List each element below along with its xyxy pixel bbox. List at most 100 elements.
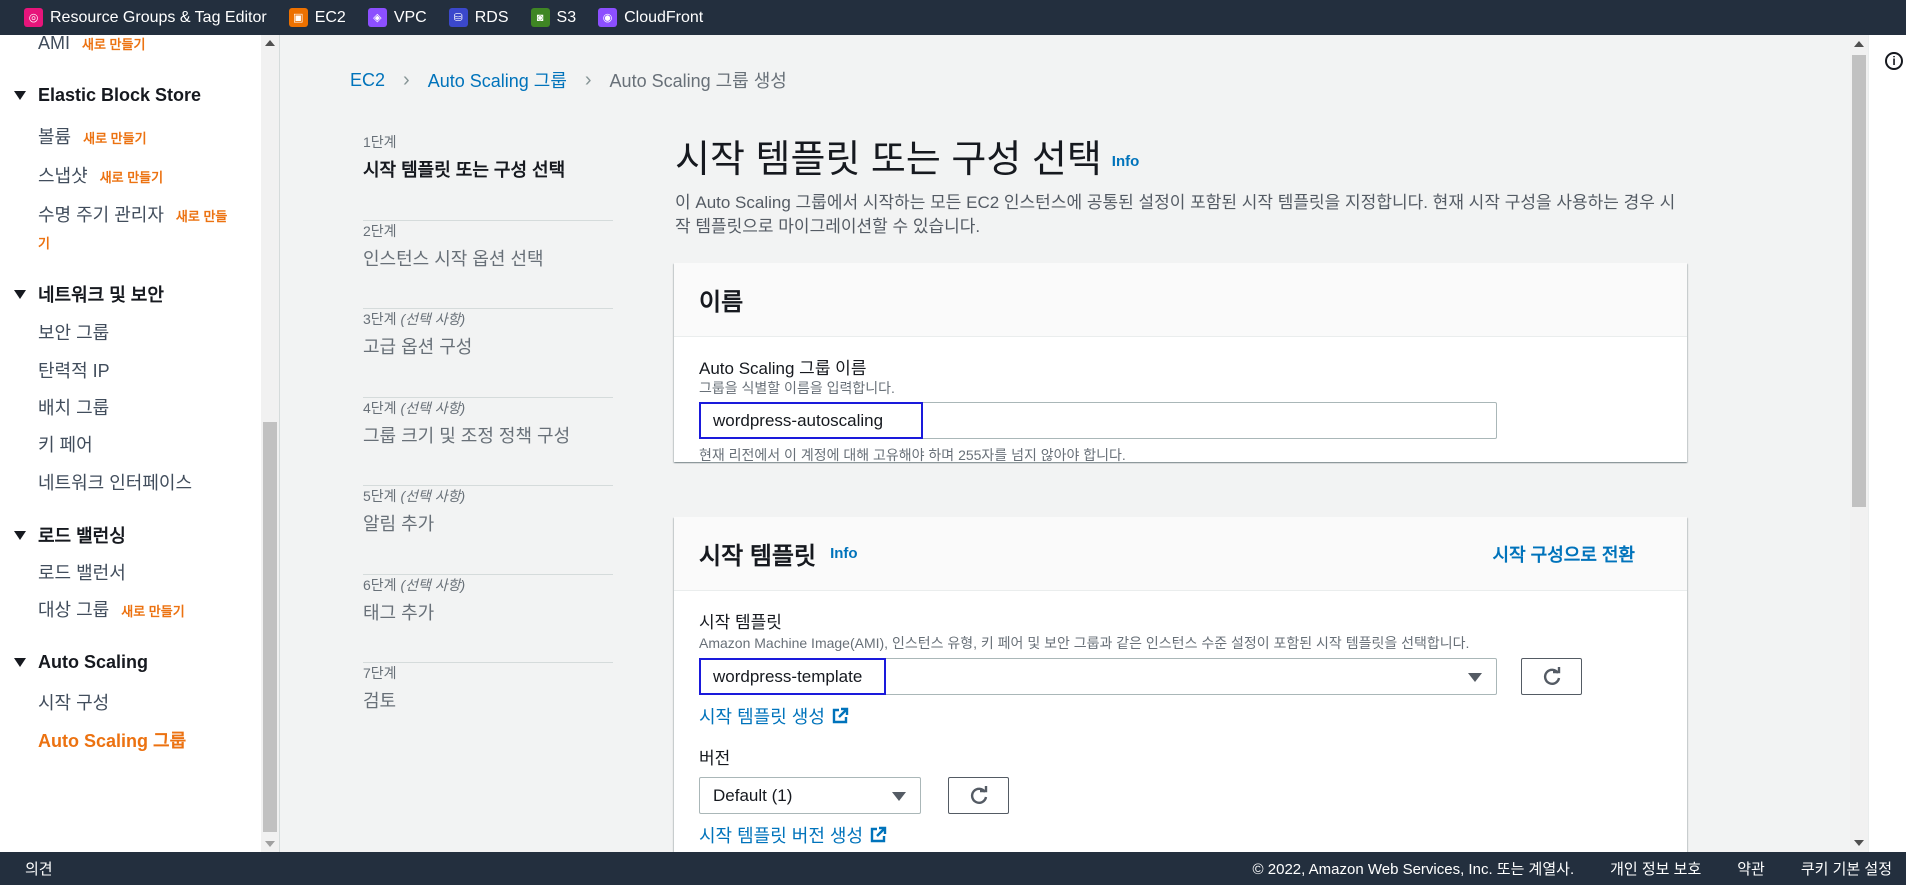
sidebar-item-auto-scaling-groups[interactable]: Auto Scaling 그룹: [38, 727, 186, 753]
sidebar-item-label: 탄력적 IP: [38, 361, 110, 381]
sidebar-scrollbar[interactable]: [261, 35, 279, 852]
breadcrumb-auto-scaling-groups[interactable]: Auto Scaling 그룹: [428, 67, 567, 93]
fav-cloudfront[interactable]: ◉ CloudFront: [598, 8, 703, 27]
fav-ec2[interactable]: ▣ EC2: [288, 8, 346, 27]
breadcrumb-ec2[interactable]: EC2: [350, 70, 385, 91]
terms-link[interactable]: 약관: [1737, 858, 1765, 879]
info-icon[interactable]: i: [1885, 52, 1903, 70]
create-template-version-link[interactable]: 시작 템플릿 버전 생성: [699, 822, 887, 848]
step-number: 3단계 (선택 사항): [363, 311, 466, 327]
vpc-icon: ◈: [367, 8, 387, 27]
refresh-icon: [970, 785, 987, 804]
sidebar-item-load-balancers[interactable]: 로드 밸런서: [38, 559, 126, 585]
breadcrumb: EC2 › Auto Scaling 그룹 › Auto Scaling 그룹 …: [350, 67, 787, 93]
step-number: 5단계 (선택 사항): [363, 488, 466, 504]
step-optional: (선택 사항): [400, 311, 466, 327]
cloudfront-icon: ◉: [598, 8, 618, 27]
fav-label: Resource Groups & Tag Editor: [50, 8, 267, 26]
sidebar-item-label: 볼륨: [38, 127, 72, 147]
step-title: 고급 옵션 구성: [363, 337, 473, 357]
caret-down-icon: [14, 91, 26, 100]
refresh-templates-button[interactable]: [1521, 658, 1582, 695]
asg-name-input[interactable]: wordpress-autoscaling: [699, 402, 1497, 439]
create-launch-template-link[interactable]: 시작 템플릿 생성: [699, 703, 849, 729]
privacy-link[interactable]: 개인 정보 보호: [1610, 858, 1701, 879]
step-optional: (선택 사항): [400, 576, 466, 593]
info-link[interactable]: Info: [830, 545, 858, 562]
fav-label: CloudFront: [624, 8, 704, 26]
caret-down-icon: [892, 792, 906, 801]
page-description: 이 Auto Scaling 그룹에서 시작하는 모든 EC2 인스턴스에 공통…: [675, 193, 1676, 236]
scroll-down-arrow-icon[interactable]: [1854, 840, 1864, 846]
feedback-link[interactable]: 의견: [25, 858, 53, 879]
fav-resource-groups[interactable]: ◎ Resource Groups & Tag Editor: [24, 8, 267, 27]
sidebar-item-label: 배치 그룹: [38, 398, 110, 418]
main-scroll-thumb[interactable]: [1852, 55, 1866, 507]
info-link[interactable]: Info: [1112, 153, 1140, 170]
refresh-icon: [1543, 666, 1560, 685]
scroll-down-arrow-icon[interactable]: [265, 841, 275, 847]
sidebar-item-label: 대상 그룹: [38, 600, 110, 620]
sidebar-item-security-groups[interactable]: 보안 그룹: [38, 319, 109, 345]
fav-vpc[interactable]: ◈ VPC: [367, 8, 427, 27]
sidebar-item-network-interfaces[interactable]: 네트워크 인터페이스: [38, 469, 192, 495]
sidebar-item-snapshots[interactable]: 스냅샷 새로 만들기: [38, 162, 163, 188]
fav-s3[interactable]: ◙ S3: [530, 8, 576, 27]
fav-rds[interactable]: ⛁ RDS: [448, 8, 509, 27]
wizard-step-5: 5단계 (선택 사항) 알림 추가: [363, 486, 613, 575]
sidebar-item-label: 보안 그룹: [38, 323, 110, 343]
footer: 의견 © 2022, Amazon Web Services, Inc. 또는 …: [0, 852, 1906, 885]
sidebar-section-load-balancing[interactable]: 로드 밸런싱: [14, 522, 126, 548]
sidebar-section-ebs[interactable]: Elastic Block Store: [14, 85, 201, 106]
switch-to-launch-config-link[interactable]: 시작 구성으로 전환: [1493, 541, 1635, 567]
scroll-up-arrow-icon[interactable]: [265, 40, 275, 46]
sidebar-item-ami[interactable]: AMI 새로 만들기: [38, 35, 145, 54]
asg-name-value: wordpress-autoscaling: [699, 402, 923, 439]
launch-template-select[interactable]: wordpress-template: [699, 658, 1497, 695]
wizard-step-4: 4단계 (선택 사항) 그룹 크기 및 조정 정책 구성: [363, 398, 613, 486]
refresh-versions-button[interactable]: [948, 777, 1009, 814]
s3-icon: ◙: [530, 8, 550, 27]
caret-down-icon: [14, 289, 26, 299]
wizard-step-1[interactable]: 1단계 시작 템플릿 또는 구성 선택: [363, 132, 613, 221]
fav-label: EC2: [314, 8, 346, 26]
wizard-step-2: 2단계 인스턴스 시작 옵션 선택: [363, 221, 613, 309]
step-title: 태그 추가: [363, 602, 435, 623]
scroll-up-arrow-icon[interactable]: [1854, 41, 1864, 47]
sidebar-item-label: 로드 밸런서: [38, 563, 126, 583]
caret-down-icon: [1468, 673, 1482, 682]
asg-name-label: Auto Scaling 그룹 이름: [699, 359, 867, 378]
sidebar-item-label: Auto Scaling 그룹: [38, 731, 187, 751]
wizard-step-6: 6단계 (선택 사항) 태그 추가: [363, 575, 613, 663]
new-badge: 기: [38, 236, 50, 251]
wizard-step-3: 3단계 (선택 사항) 고급 옵션 구성: [363, 309, 613, 398]
sidebar-item-label: 시작 구성: [38, 693, 110, 713]
sidebar-item-launch-configurations[interactable]: 시작 구성: [38, 689, 109, 715]
launch-template-card: 시작 템플릿 Info 시작 구성으로 전환 시작 템플릿 Amazon Mac…: [674, 517, 1687, 852]
sidebar-item-target-groups[interactable]: 대상 그룹 새로 만들기: [38, 596, 185, 622]
step-optional: (선택 사항): [400, 488, 466, 504]
new-badge: 새로 만들기: [121, 604, 185, 619]
external-link-icon: [870, 826, 887, 843]
fav-label: RDS: [474, 8, 509, 26]
sidebar-section-network[interactable]: 네트워크 및 보안: [14, 281, 164, 307]
sidebar-item-lifecycle-manager[interactable]: 수명 주기 관리자 새로 만들: [38, 201, 227, 227]
new-badge: 새로 만들기: [99, 170, 164, 185]
link-label: 시작 템플릿 버전 생성: [699, 826, 864, 846]
launch-template-hint: Amazon Machine Image(AMI), 인스턴스 유형, 키 페어…: [699, 635, 1470, 651]
sidebar-scroll-thumb[interactable]: [263, 422, 277, 832]
sidebar-section-title: Auto Scaling: [38, 652, 149, 672]
sidebar-item-volumes[interactable]: 볼륨 새로 만들기: [38, 123, 147, 149]
sidebar-item-placement-groups[interactable]: 배치 그룹: [38, 394, 109, 420]
sidebar-item-elastic-ip[interactable]: 탄력적 IP: [38, 357, 110, 383]
ec2-icon: ▣: [288, 8, 308, 27]
main-scrollbar[interactable]: [1850, 35, 1868, 852]
version-select[interactable]: Default (1): [699, 777, 921, 814]
sidebar-section-title: Elastic Block Store: [38, 85, 202, 105]
help-panel-rail: i: [1868, 35, 1906, 852]
caret-down-icon: [14, 658, 26, 667]
cookie-preferences-link[interactable]: 쿠키 기본 설정: [1801, 858, 1892, 879]
sidebar-section-auto-scaling[interactable]: Auto Scaling: [14, 652, 148, 673]
sidebar-item-key-pairs[interactable]: 키 페어: [38, 431, 93, 457]
step-number: 2단계: [363, 222, 397, 239]
